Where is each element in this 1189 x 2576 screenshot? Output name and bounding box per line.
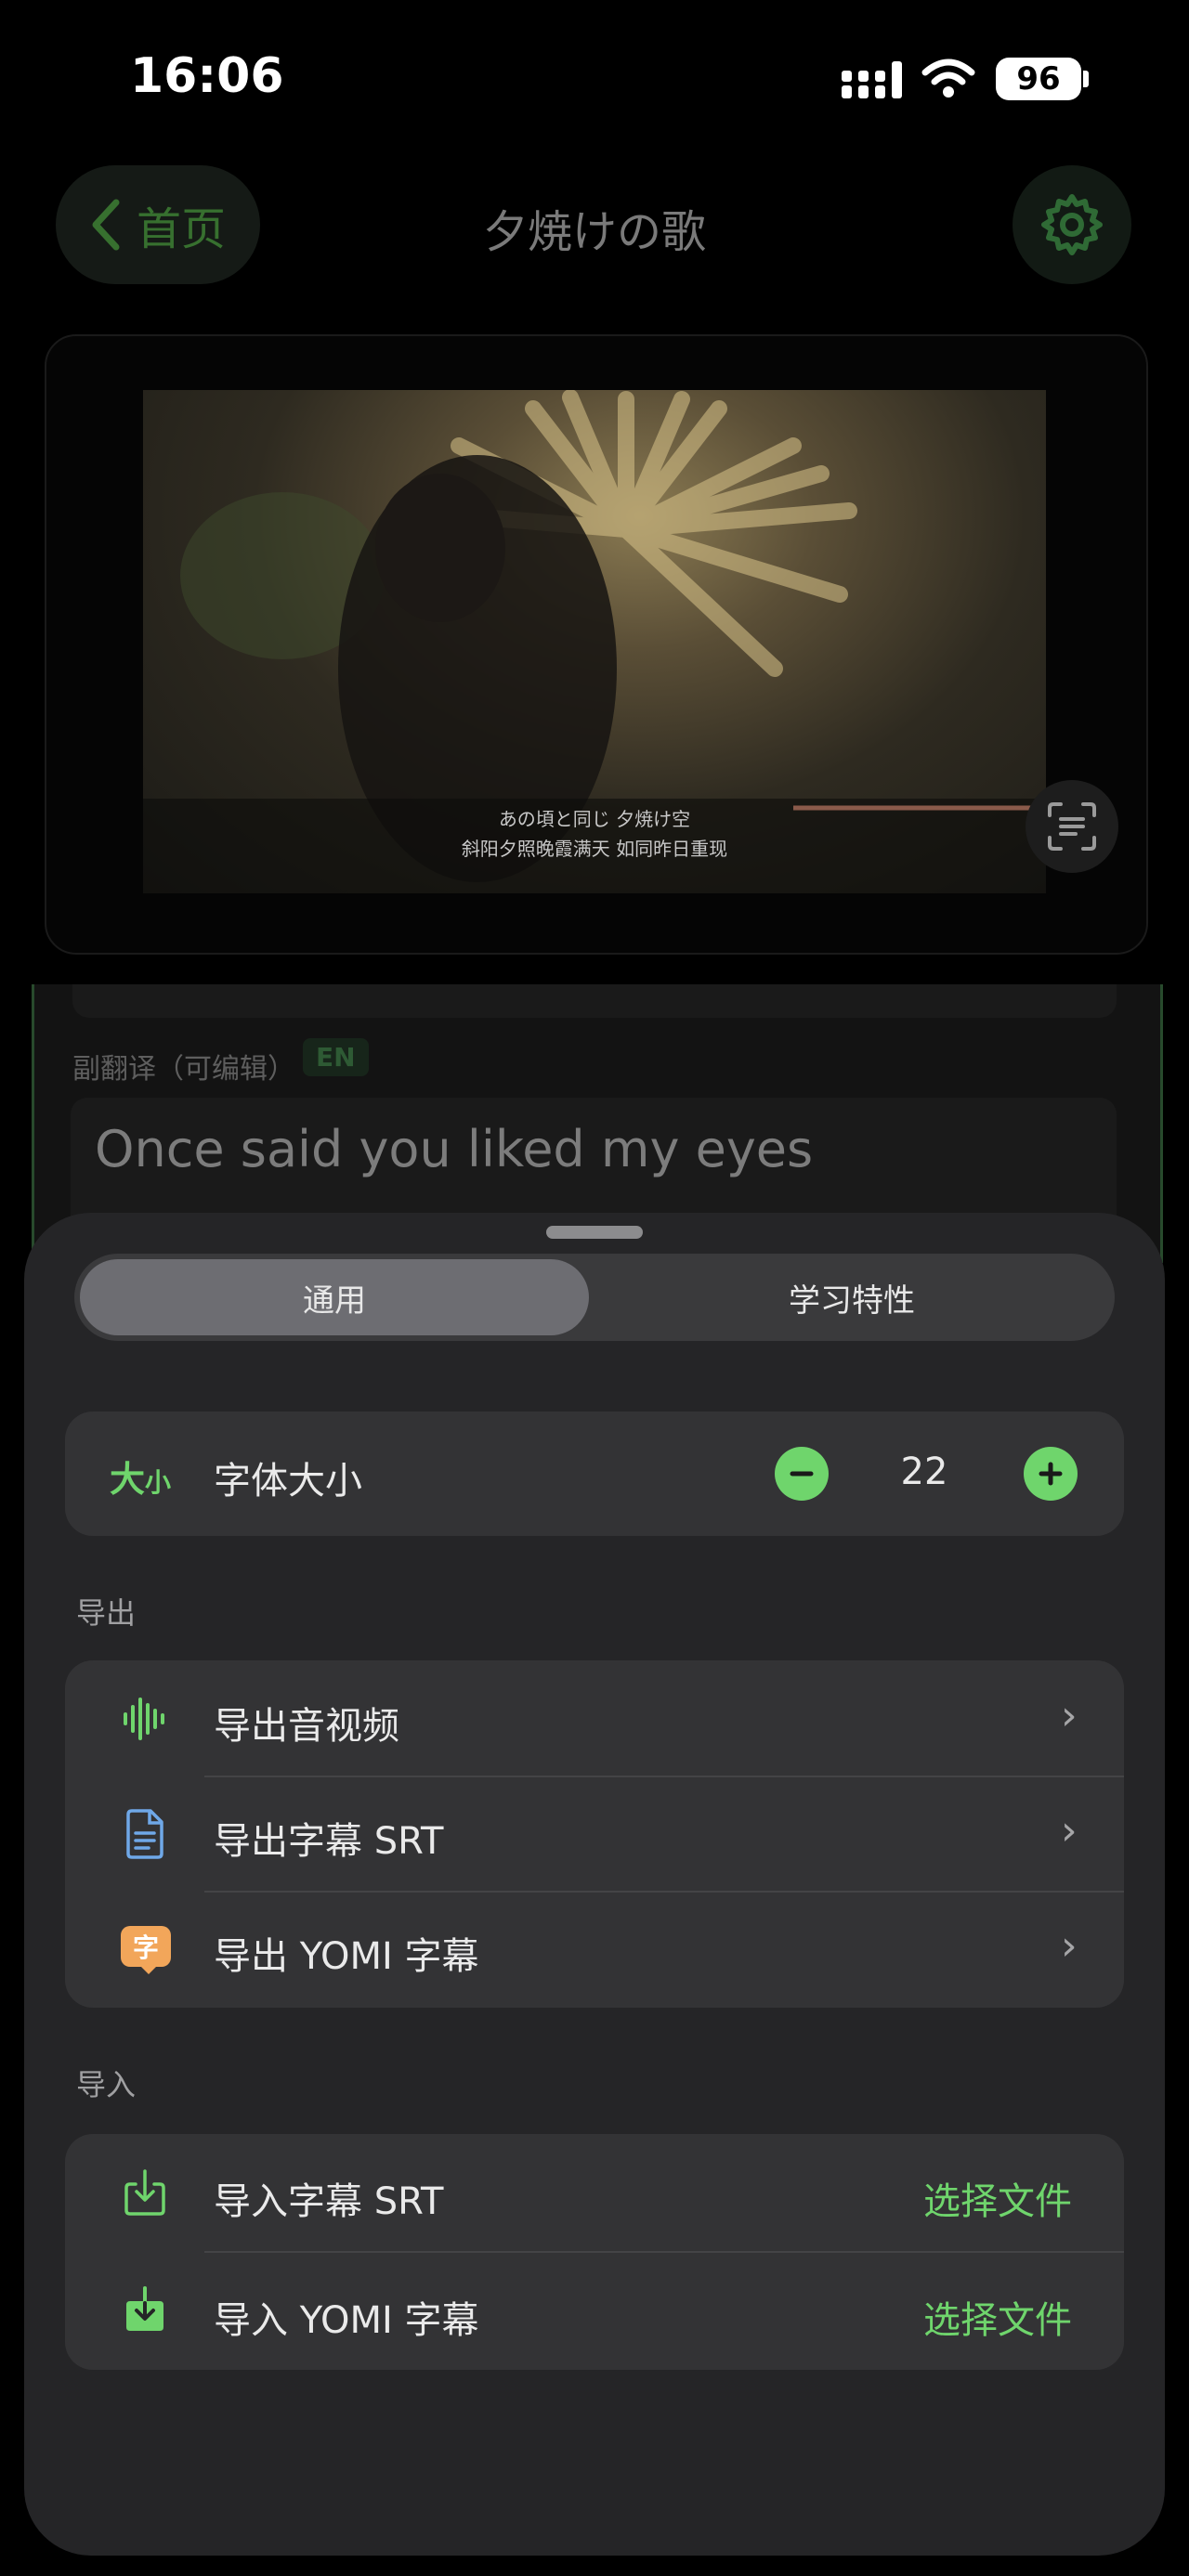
settings-button[interactable] [1013, 165, 1131, 284]
status-time: 16:06 [130, 48, 284, 104]
font-size-increase-button[interactable] [1024, 1447, 1078, 1501]
sheet-grabber[interactable] [546, 1226, 643, 1239]
import-section-title: 导入 [76, 2067, 137, 2102]
wifi-icon [921, 59, 975, 98]
chat-bubble-icon-char: 字 [132, 1932, 159, 1963]
video-subtitle-original: あの頃と同じ 夕焼け空 [498, 808, 691, 830]
scan-text-button[interactable] [1026, 780, 1118, 873]
chevron-right-icon: › [1061, 1807, 1078, 1854]
language-badge: EN [303, 1038, 369, 1076]
waveform-icon [124, 1698, 164, 1740]
font-size-decrease-button[interactable] [775, 1447, 829, 1501]
battery-tip [1083, 71, 1089, 87]
plus-icon [1039, 1462, 1063, 1486]
import-srt-label: 导入字幕 SRT [214, 2180, 444, 2223]
export-yomi-label: 导出 YOMI 字幕 [214, 1935, 479, 1978]
import-icon [124, 2169, 165, 2216]
import-yomi-row[interactable]: 导入 YOMI 字幕 选择文件 [65, 2253, 1124, 2370]
chat-bubble-icon: 字 [121, 1926, 171, 1967]
import-srt-choose-file[interactable]: 选择文件 [923, 2171, 1072, 2225]
page-title: 夕焼けの歌 [482, 206, 706, 258]
font-size-value: 22 [900, 1451, 948, 1493]
export-srt-row[interactable]: 导出字幕 SRT › [65, 1777, 1124, 1893]
export-yomi-row[interactable]: 字 导出 YOMI 字幕 › [65, 1893, 1124, 2008]
minus-icon [790, 1471, 814, 1477]
export-section-title: 导出 [76, 1595, 137, 1631]
video-subtitle-translation: 斜阳夕照晚霞满天 如同昨日重现 [461, 838, 728, 860]
export-av-label: 导出音视频 [214, 1705, 399, 1748]
font-size-icon-small: 小 [145, 1467, 172, 1498]
import-filled-icon [126, 2286, 163, 2331]
chat-bubble-tail [139, 1965, 158, 1974]
secondary-translation-label: 副翻译（可编辑） [72, 1053, 295, 1086]
chevron-right-icon: › [1061, 1692, 1078, 1739]
export-srt-label: 导出字幕 SRT [214, 1820, 444, 1863]
secondary-translation-text[interactable]: Once said you liked my eyes [95, 1120, 813, 1178]
import-yomi-choose-file[interactable]: 选择文件 [923, 2290, 1072, 2344]
font-size-icon-big: 大 [110, 1459, 146, 1500]
scan-text-icon [1048, 802, 1096, 851]
chevron-right-icon: › [1061, 1922, 1078, 1970]
gear-icon [1041, 194, 1103, 255]
battery-indicator: 96 [996, 58, 1081, 100]
tab-learning-features[interactable]: 学习特性 [594, 1259, 1109, 1335]
import-yomi-label: 导入 YOMI 字幕 [214, 2299, 479, 2342]
signal-icon [842, 61, 902, 98]
font-size-icon: 大小 [110, 1451, 171, 1502]
import-srt-row[interactable]: 导入字幕 SRT 选择文件 [65, 2134, 1124, 2253]
font-size-label: 字体大小 [214, 1460, 362, 1503]
primary-translation-field[interactable] [72, 984, 1117, 1018]
tab-general[interactable]: 通用 [80, 1259, 589, 1335]
document-icon [126, 1809, 163, 1859]
export-av-row[interactable]: 导出音视频 › [65, 1660, 1124, 1777]
